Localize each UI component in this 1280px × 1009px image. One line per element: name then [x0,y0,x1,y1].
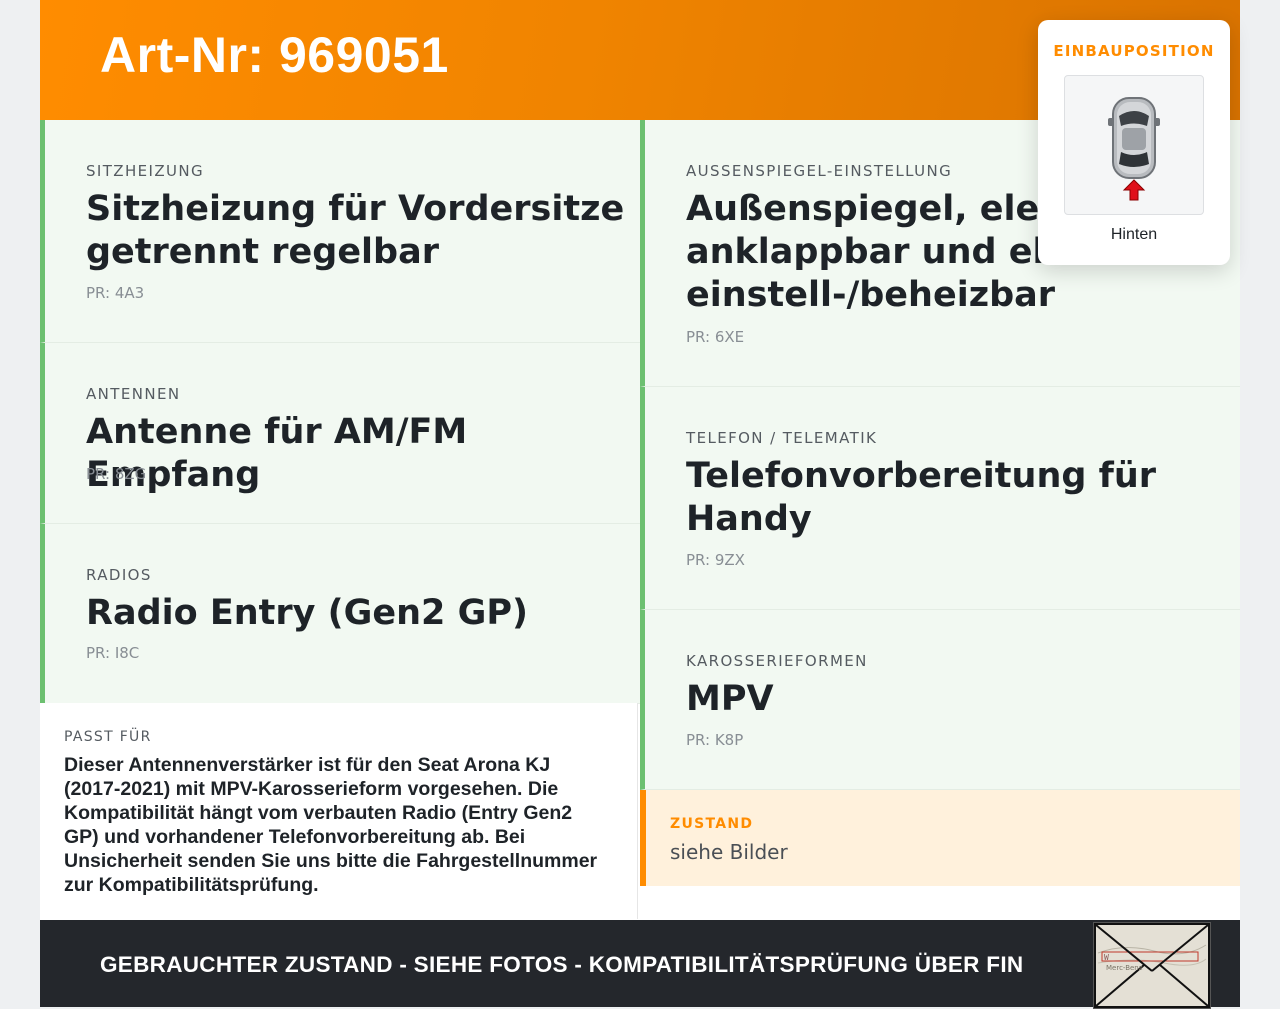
spec-card-radios: RADIOS Radio Entry (Gen2 GP) PR: I8C [40,524,640,704]
footer-text: GEBRAUCHTER ZUSTAND - SIEHE FOTOS - KOMP… [100,952,1024,977]
card-category: ANTENNEN [86,385,181,403]
spec-card-karosserie: KAROSSERIEFORMEN MPV PR: K8P [640,610,1240,790]
envelope-stamp-image: W Merc-Benz [1093,922,1211,1009]
card-pr-code: PR: 9ZX [686,551,745,569]
card-pr-code: PR: I8C [86,644,140,662]
condition-section: ZUSTAND siehe Bilder [640,790,1240,886]
compatibility-section: PASST FÜR Dieser Antennenverstärker ist … [40,703,638,919]
card-value: Sitzheizung für Vordersitze getrennt reg… [86,189,625,272]
mounting-position-value: Hinten [1110,226,1158,243]
car-top-view-icon [1108,97,1160,201]
compatibility-label: PASST FÜR [64,729,152,745]
card-category: RADIOS [86,566,152,584]
card-category: TELEFON / TELEMATIK [686,429,878,447]
compatibility-text: Dieser Antennenverstärker ist für den Se… [64,754,598,896]
card-pr-code: PR: 4A3 [86,284,145,302]
card-pr-code: PR: 6XE [686,328,745,346]
card-value: MPV [686,679,774,719]
mounting-position-title: EINBAUPOSITION [1053,42,1215,60]
spec-sheet: Art-Nr: 969051 SITZHEIZUNG Sitzheizung f… [40,0,1240,1009]
card-category: SITZHEIZUNG [86,162,205,180]
condition-label: ZUSTAND [670,816,754,832]
footer-bar: GEBRAUCHTER ZUSTAND - SIEHE FOTOS - KOMP… [40,920,1240,1009]
card-category: KAROSSERIEFORMEN [686,652,868,670]
card-pr-code: PR: K8P [686,731,744,749]
svg-text:W: W [1104,953,1109,962]
car-position-image [1064,75,1204,215]
card-value: Telefonvorbereitung für Handy [686,456,1157,539]
spec-card-antennen: ANTENNEN Antenne für AM/FM Empfang PR: 8… [40,343,640,524]
spec-card-telefon: TELEFON / TELEMATIK Telefonvorbereitung … [640,387,1240,610]
svg-text:Merc-Benz: Merc-Benz [1106,964,1143,972]
mounting-position-card: EINBAUPOSITION Hinten [1038,20,1230,265]
envelope-icon: W Merc-Benz [1094,923,1210,1008]
spec-card-sitzheizung: SITZHEIZUNG Sitzheizung für Vordersitze … [40,120,640,343]
card-category: AUSSENSPIEGEL-EINSTELLUNG [686,162,953,180]
condition-value: siehe Bilder [670,840,788,864]
card-value: Radio Entry (Gen2 GP) [86,593,528,633]
card-value: Antenne für AM/FM Empfang [86,412,468,495]
page-title: Art-Nr: 969051 [100,27,449,83]
card-pr-code: PR: 8ZG [86,465,147,483]
